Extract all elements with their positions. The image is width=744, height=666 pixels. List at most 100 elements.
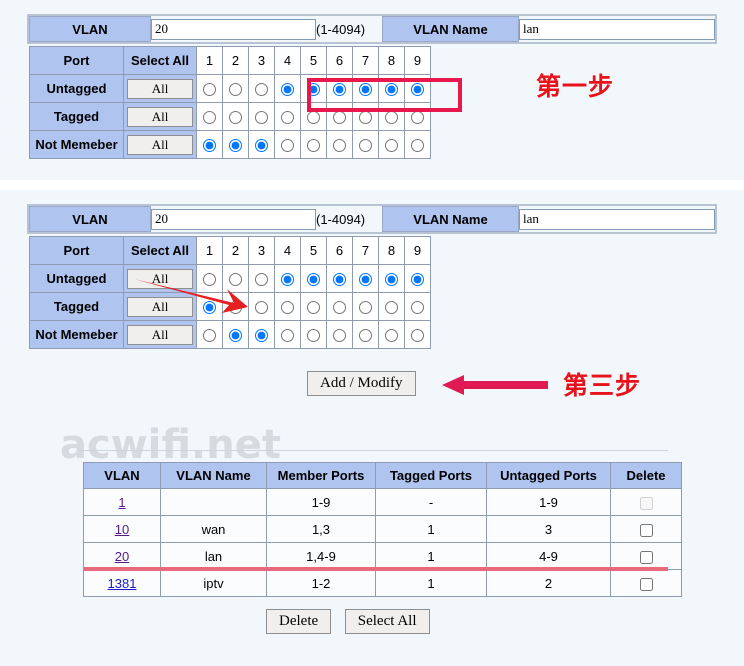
not-member-radio-port-6[interactable] bbox=[333, 139, 346, 153]
radio-cell[interactable] bbox=[300, 320, 327, 349]
tagged-radio-port-8[interactable] bbox=[385, 301, 398, 315]
radio-cell[interactable] bbox=[274, 130, 301, 159]
not-member-radio-port-4[interactable] bbox=[281, 329, 294, 343]
untagged-radio-port-6[interactable] bbox=[333, 83, 346, 97]
not-member-radio-port-7[interactable] bbox=[359, 329, 372, 343]
untagged-radio-port-1[interactable] bbox=[203, 273, 216, 287]
not-member-radio-port-7[interactable] bbox=[359, 139, 372, 153]
radio-cell[interactable] bbox=[352, 74, 379, 103]
not-member-radio-port-2[interactable] bbox=[229, 139, 242, 153]
radio-cell[interactable] bbox=[404, 130, 431, 159]
summary-cell-delete[interactable] bbox=[610, 569, 682, 597]
summary-cell-delete[interactable] bbox=[610, 542, 682, 570]
radio-cell[interactable] bbox=[222, 74, 249, 103]
radio-cell[interactable] bbox=[222, 264, 249, 293]
summary-cell-vlan[interactable]: 1381 bbox=[83, 569, 161, 597]
not-member-radio-port-8[interactable] bbox=[385, 139, 398, 153]
radio-cell[interactable] bbox=[274, 74, 301, 103]
tagged-radio-port-7[interactable] bbox=[359, 111, 372, 125]
not-member-all-button-1[interactable]: All bbox=[127, 134, 193, 155]
add-modify-button[interactable]: Add / Modify bbox=[307, 371, 416, 396]
radio-cell[interactable] bbox=[274, 320, 301, 349]
vlan-name-input-2[interactable] bbox=[519, 208, 715, 230]
untagged-radio-port-5[interactable] bbox=[307, 83, 320, 97]
tagged-radio-port-9[interactable] bbox=[411, 301, 424, 315]
radio-cell[interactable] bbox=[300, 264, 327, 293]
radio-cell[interactable] bbox=[404, 292, 431, 321]
tagged-radio-port-5[interactable] bbox=[307, 301, 320, 315]
untagged-radio-port-9[interactable] bbox=[411, 83, 424, 97]
not-member-radio-port-5[interactable] bbox=[307, 139, 320, 153]
not-member-radio-port-6[interactable] bbox=[333, 329, 346, 343]
tagged-radio-port-7[interactable] bbox=[359, 301, 372, 315]
untagged-radio-port-2[interactable] bbox=[229, 273, 242, 287]
not-member-radio-port-8[interactable] bbox=[385, 329, 398, 343]
radio-cell[interactable] bbox=[326, 102, 353, 131]
radio-cell[interactable] bbox=[222, 292, 249, 321]
untagged-all-button-1[interactable]: All bbox=[127, 78, 193, 99]
radio-cell[interactable] bbox=[196, 102, 223, 131]
radio-cell[interactable] bbox=[326, 292, 353, 321]
radio-cell[interactable] bbox=[300, 74, 327, 103]
untagged-radio-port-2[interactable] bbox=[229, 83, 242, 97]
tagged-radio-port-9[interactable] bbox=[411, 111, 424, 125]
radio-cell[interactable] bbox=[378, 74, 405, 103]
not-member-radio-port-3[interactable] bbox=[255, 139, 268, 153]
radio-cell[interactable] bbox=[300, 130, 327, 159]
radio-cell[interactable] bbox=[326, 320, 353, 349]
radio-cell[interactable] bbox=[196, 130, 223, 159]
not-member-radio-port-4[interactable] bbox=[281, 139, 294, 153]
radio-cell[interactable] bbox=[196, 292, 223, 321]
radio-cell[interactable] bbox=[378, 130, 405, 159]
radio-cell[interactable] bbox=[248, 264, 275, 293]
vlan-name-input-1[interactable] bbox=[519, 18, 715, 40]
untagged-radio-port-3[interactable] bbox=[255, 83, 268, 97]
vlan-id-input-1[interactable] bbox=[151, 18, 316, 40]
tagged-all-button-1[interactable]: All bbox=[127, 106, 193, 127]
untagged-radio-port-4[interactable] bbox=[281, 273, 294, 287]
tagged-radio-port-3[interactable] bbox=[255, 301, 268, 315]
vlan-link[interactable]: 1 bbox=[118, 495, 125, 510]
radio-cell[interactable] bbox=[352, 102, 379, 131]
radio-cell[interactable] bbox=[326, 74, 353, 103]
radio-cell[interactable] bbox=[404, 264, 431, 293]
untagged-radio-port-7[interactable] bbox=[359, 273, 372, 287]
not-member-radio-port-5[interactable] bbox=[307, 329, 320, 343]
radio-cell[interactable] bbox=[352, 320, 379, 349]
untagged-radio-port-3[interactable] bbox=[255, 273, 268, 287]
radio-cell[interactable] bbox=[248, 102, 275, 131]
delete-checkbox[interactable] bbox=[639, 550, 653, 564]
tagged-radio-port-2[interactable] bbox=[229, 301, 242, 315]
vlan-link[interactable]: 1381 bbox=[108, 576, 137, 591]
summary-cell-vlan[interactable]: 10 bbox=[83, 515, 161, 543]
summary-cell-vlan[interactable]: 1 bbox=[83, 488, 161, 516]
radio-cell[interactable] bbox=[274, 264, 301, 293]
not-member-radio-port-3[interactable] bbox=[255, 329, 268, 343]
radio-cell[interactable] bbox=[300, 292, 327, 321]
untagged-radio-port-8[interactable] bbox=[385, 83, 398, 97]
untagged-radio-port-8[interactable] bbox=[385, 273, 398, 287]
radio-cell[interactable] bbox=[326, 264, 353, 293]
vlan-link[interactable]: 10 bbox=[115, 522, 129, 537]
radio-cell[interactable] bbox=[404, 320, 431, 349]
tagged-radio-port-5[interactable] bbox=[307, 111, 320, 125]
radio-cell[interactable] bbox=[222, 102, 249, 131]
tagged-radio-port-1[interactable] bbox=[203, 301, 216, 315]
not-member-radio-port-1[interactable] bbox=[203, 329, 216, 343]
delete-checkbox[interactable] bbox=[639, 523, 653, 537]
tagged-radio-port-1[interactable] bbox=[203, 111, 216, 125]
not-member-all-button-2[interactable]: All bbox=[127, 324, 193, 345]
not-member-radio-port-9[interactable] bbox=[411, 329, 424, 343]
tagged-radio-port-3[interactable] bbox=[255, 111, 268, 125]
radio-cell[interactable] bbox=[222, 130, 249, 159]
vlan-link[interactable]: 20 bbox=[115, 549, 129, 564]
radio-cell[interactable] bbox=[352, 292, 379, 321]
untagged-radio-port-4[interactable] bbox=[281, 83, 294, 97]
untagged-all-button-2[interactable]: All bbox=[127, 268, 193, 289]
radio-cell[interactable] bbox=[248, 320, 275, 349]
radio-cell[interactable] bbox=[196, 74, 223, 103]
untagged-radio-port-9[interactable] bbox=[411, 273, 424, 287]
delete-checkbox[interactable] bbox=[639, 577, 653, 591]
radio-cell[interactable] bbox=[248, 74, 275, 103]
tagged-radio-port-2[interactable] bbox=[229, 111, 242, 125]
